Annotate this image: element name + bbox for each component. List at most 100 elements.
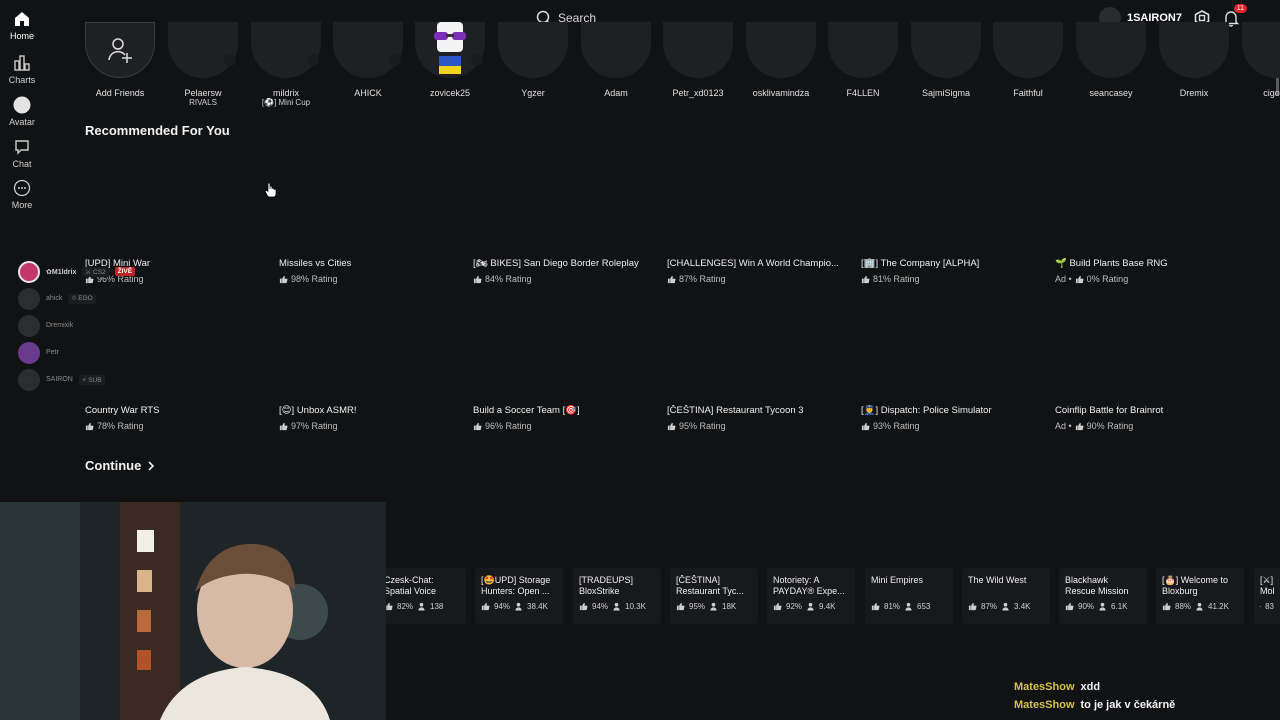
game-stats: 94% 38.4K bbox=[481, 602, 557, 611]
friend-tile[interactable]: Pelaersw RIVALS bbox=[168, 22, 238, 107]
game-title: Blackhawk Rescue Mission bbox=[1065, 575, 1129, 596]
continue-header[interactable]: Continue bbox=[85, 458, 155, 473]
game-card[interactable]: Country War RTS 78% Rating bbox=[85, 405, 265, 431]
chat-friend-row[interactable]: Dremixik bbox=[18, 312, 178, 339]
game-title: Coinflip Battle for Brainrot bbox=[1055, 405, 1164, 416]
game-stats: 90% 6.1K bbox=[1065, 602, 1141, 611]
friend-tile[interactable]: zovicek25 bbox=[415, 22, 485, 98]
continue-game-card[interactable]: Blackhawk Rescue Mission 90% 6.1K bbox=[1059, 568, 1147, 624]
game-card[interactable]: [😊] Unbox ASMR! 97% Rating bbox=[279, 405, 459, 431]
players-icon bbox=[905, 602, 912, 611]
friend-tile[interactable]: F4LLEN bbox=[828, 22, 898, 98]
live-badge: ŽIVĚ bbox=[114, 267, 136, 276]
continue-game-card[interactable]: Mini Empires 81% 653 bbox=[865, 568, 953, 624]
friend-tile[interactable]: cigosic bbox=[1242, 22, 1280, 98]
rating-value: 82% bbox=[397, 602, 414, 611]
home-icon bbox=[15, 12, 29, 26]
continue-game-card[interactable]: [🎂] Welcome to Bloxburg 88% 41.2K bbox=[1156, 568, 1244, 624]
friend-name: Faithful bbox=[1013, 88, 1043, 98]
nav-charts[interactable]: Charts bbox=[0, 54, 44, 85]
rating-value: 90% Rating bbox=[1086, 421, 1134, 431]
continue-game-card[interactable]: [⚔] Mobs 83 bbox=[1254, 568, 1280, 624]
chat-friend-row[interactable]: Petr bbox=[18, 339, 178, 366]
friend-name: Pelaersw bbox=[184, 88, 222, 98]
add-friend-icon bbox=[108, 38, 132, 63]
charts-icon bbox=[14, 55, 30, 71]
player-count: 18K bbox=[722, 602, 737, 611]
friend-avatar bbox=[498, 22, 568, 78]
game-title: [🎂] Welcome to Bloxburg bbox=[1162, 575, 1229, 596]
chat-friend-row[interactable]: ahick ⟐ EGO bbox=[18, 285, 178, 312]
add-friends-button[interactable]: Add Friends bbox=[85, 22, 155, 98]
friend-avatar bbox=[415, 22, 485, 78]
continue-game-card[interactable]: The Wild West 87% 3.4K bbox=[962, 568, 1050, 624]
rating-value: 93% Rating bbox=[873, 421, 920, 431]
chat-friend-name: Dremixik bbox=[46, 322, 74, 329]
game-stats: 81% 653 bbox=[871, 602, 947, 611]
continue-game-card[interactable]: [TRADEUPS] BloxStrike 94% 10.3K bbox=[573, 568, 661, 624]
friend-tile[interactable]: mildrix [⚽] Mini Cup bbox=[251, 22, 321, 107]
continue-game-card[interactable]: [ČEŠTINA] Restaurant Tyc... 95% 18K bbox=[670, 568, 758, 624]
game-card[interactable]: 🌱 Build Plants Base RNG Ad • 0% Rating bbox=[1055, 258, 1235, 284]
game-title: [ČEŠTINA] Restaurant Tyc... bbox=[676, 575, 744, 596]
friend-avatar bbox=[1242, 22, 1280, 78]
friend-tile[interactable]: SajmiSigma bbox=[911, 22, 981, 98]
friend-status: RIVALS bbox=[189, 98, 217, 107]
game-title: [👮] Dispatch: Police Simulator bbox=[861, 405, 992, 416]
player-count: 38.4K bbox=[527, 602, 548, 611]
game-card[interactable]: Build a Soccer Team [🎯] 96% Rating bbox=[473, 405, 653, 431]
nav-avatar-label: Avatar bbox=[9, 117, 35, 127]
friend-avatar bbox=[1076, 22, 1146, 78]
nav-more-label: More bbox=[11, 200, 33, 210]
chat-friend-avatar bbox=[18, 341, 40, 364]
chat-icon bbox=[15, 140, 29, 155]
game-rating: 84% Rating bbox=[473, 274, 653, 284]
players-icon bbox=[807, 602, 814, 611]
game-card[interactable]: [👮] Dispatch: Police Simulator 93% Rating bbox=[861, 405, 1041, 431]
game-card[interactable]: Coinflip Battle for Brainrot Ad • 90% Rati… bbox=[1055, 405, 1235, 431]
rating-value: 97% Rating bbox=[291, 421, 338, 431]
friend-tile[interactable]: Dremix bbox=[1159, 22, 1229, 98]
thumbs-up-icon bbox=[473, 275, 482, 283]
continue-game-card[interactable]: [🤩UPD] Storage Hunters: Open ... 94% 38.4K bbox=[475, 568, 563, 624]
nav-chat[interactable]: Chat bbox=[0, 138, 44, 169]
friend-avatar bbox=[828, 22, 898, 78]
rating-value: 94% bbox=[592, 602, 609, 611]
friend-tile[interactable]: AHICK bbox=[333, 22, 403, 98]
friend-avatar bbox=[251, 22, 321, 78]
friend-tile[interactable]: Faithful bbox=[993, 22, 1063, 98]
friend-name: mildrix bbox=[273, 88, 299, 98]
continue-game-card[interactable]: Notoriety: A PAYDAY® Expe... 92% 9.4K bbox=[767, 568, 855, 624]
game-card[interactable]: [ČEŠTINA] Restaurant Tycoon 3 95% Rating bbox=[667, 405, 847, 431]
chat-friend-row[interactable]: SAIRON ⚡ SUB bbox=[18, 366, 178, 393]
game-card[interactable]: [🏍 BIKES] San Diego Border Roleplay 84% R… bbox=[473, 258, 653, 284]
game-rating: 96% Rating bbox=[473, 421, 653, 431]
friend-name: Dremix bbox=[1179, 88, 1209, 98]
chat-friend-avatar bbox=[18, 314, 40, 337]
game-rating: 98% Rating bbox=[279, 274, 459, 284]
nav-more[interactable]: More bbox=[0, 179, 44, 210]
game-card[interactable]: Missiles vs Cities 98% Rating bbox=[279, 258, 459, 284]
rating-value: 87% Rating bbox=[679, 274, 726, 284]
friend-tile[interactable]: osklivamindza bbox=[746, 22, 816, 98]
rating-value: 0% Rating bbox=[1086, 274, 1129, 284]
friend-avatar bbox=[746, 22, 816, 78]
game-card[interactable]: [CHALLENGES] Win A World Champio... 87% R… bbox=[667, 258, 847, 284]
thumbs-up-icon bbox=[1065, 602, 1074, 611]
friend-tile[interactable]: Adam bbox=[581, 22, 651, 98]
friend-tile[interactable]: Ygzer bbox=[498, 22, 568, 98]
friend-name: Add Friends bbox=[95, 88, 145, 98]
friend-tile[interactable]: Petr_xd0123 bbox=[663, 22, 733, 98]
nav-home[interactable]: Home bbox=[0, 10, 44, 41]
thumbs-up-icon bbox=[1162, 602, 1171, 611]
continue-game-card[interactable]: Czesk-Chat: Spatial Voice 82% 138 bbox=[378, 568, 466, 624]
friend-tile[interactable]: seancasey bbox=[1076, 22, 1146, 98]
game-card[interactable]: [🏢] The Company [ALPHA] 81% Rating bbox=[861, 258, 1041, 284]
game-rating: 95% Rating bbox=[667, 421, 847, 431]
thumbs-up-icon bbox=[1260, 606, 1262, 607]
nav-avatar[interactable]: Avatar bbox=[0, 96, 44, 127]
rating-value: 95% bbox=[689, 602, 706, 611]
chat-friend-row[interactable]: ✿M1ldrix ⚔ CS2 ŽIVĚ bbox=[18, 258, 178, 285]
chat-friend-avatar bbox=[18, 287, 40, 310]
chat-friend-name: SAIRON bbox=[46, 376, 73, 383]
